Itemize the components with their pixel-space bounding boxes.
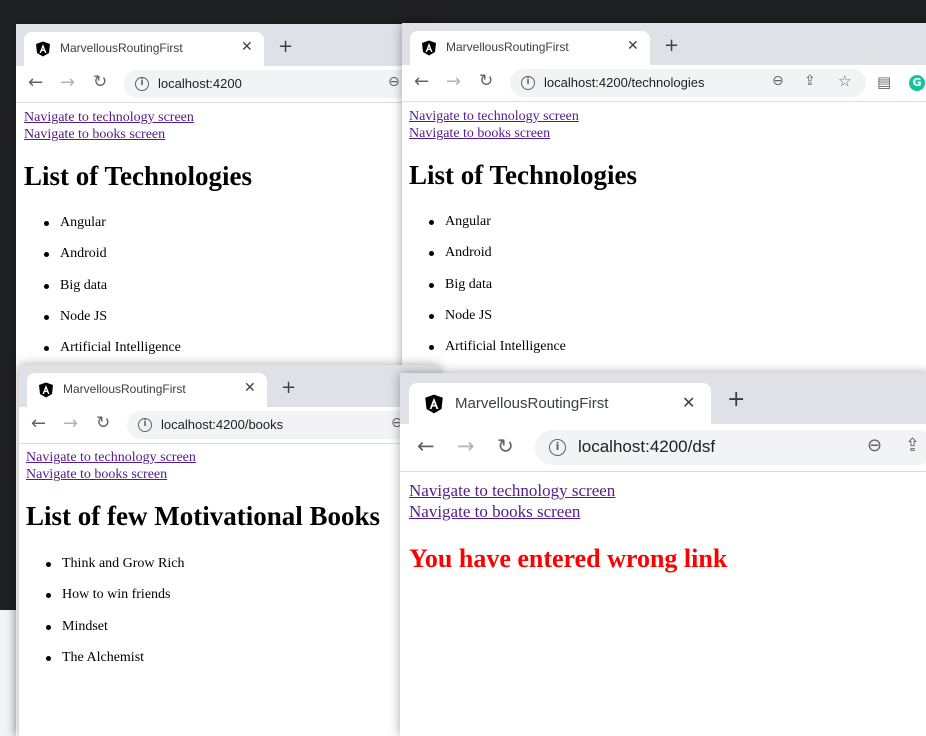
address-bar[interactable]: i localhost:4200/books ⊖: [127, 411, 439, 439]
bookmark-star-icon[interactable]: ☆: [838, 72, 851, 90]
books-list: Think and Grow Rich How to win friends M…: [46, 556, 184, 681]
angular-icon: [422, 40, 436, 56]
tab-title: MarvellousRoutingFirst: [455, 395, 609, 412]
url-text[interactable]: localhost:4200/books: [161, 417, 283, 432]
forward-arrow-icon[interactable]: →: [457, 434, 475, 458]
zoom-out-icon[interactable]: ⊖: [388, 74, 400, 90]
browser-window-wrong-link: MarvellousRoutingFirst ✕ + ← → ↻ i local…: [400, 373, 926, 736]
page-heading: List of few Motivational Books: [26, 501, 380, 531]
close-icon[interactable]: ✕: [244, 380, 256, 396]
list-item: Angular: [44, 215, 181, 246]
books-link[interactable]: Navigate to books screen: [409, 126, 550, 142]
close-icon[interactable]: ✕: [682, 393, 695, 412]
site-info-icon[interactable]: i: [138, 418, 152, 432]
angular-icon: [425, 394, 443, 414]
page-heading: List of Technologies: [409, 160, 638, 190]
toolbar: ← → ↻ i localhost:4200 ⊖: [16, 66, 436, 103]
tab-active[interactable]: MarvellousRoutingFirst ✕: [24, 32, 264, 66]
tab-active[interactable]: MarvellousRoutingFirst ✕: [409, 383, 711, 424]
share-icon[interactable]: ⇪: [905, 435, 920, 456]
tab-strip: MarvellousRoutingFirst ✕ +: [19, 365, 439, 407]
site-info-icon[interactable]: i: [521, 76, 535, 90]
list-item: The Alchemist: [46, 650, 184, 681]
url-text[interactable]: localhost:4200/technologies: [544, 75, 704, 90]
back-arrow-icon[interactable]: ←: [414, 71, 429, 92]
list-item: Big data: [429, 277, 566, 308]
plus-icon[interactable]: +: [664, 35, 679, 56]
list-item: Android: [44, 246, 181, 278]
technology-link[interactable]: Navigate to technology screen: [26, 450, 196, 466]
list-item: Mindset: [46, 619, 184, 650]
tab-title: MarvellousRoutingFirst: [63, 382, 186, 396]
list-item: Think and Grow Rich: [46, 556, 184, 587]
browser-window-books: MarvellousRoutingFirst ✕ + ← → ↻ i local…: [19, 365, 439, 736]
technology-link[interactable]: Navigate to technology screen: [24, 110, 194, 126]
close-icon[interactable]: ✕: [627, 38, 639, 54]
toolbar: ← → ↻ i localhost:4200/books ⊖: [19, 407, 439, 444]
reading-list-icon[interactable]: ▤: [877, 73, 891, 91]
list-item: Angular: [429, 214, 566, 245]
reload-icon[interactable]: ↻: [497, 434, 514, 458]
site-info-icon[interactable]: i: [549, 439, 566, 456]
angular-icon: [36, 41, 50, 57]
plus-icon[interactable]: +: [278, 36, 293, 57]
list-item: Artificial Intelligence: [429, 339, 566, 370]
list-item: Big data: [44, 278, 181, 309]
url-text[interactable]: localhost:4200/dsf: [578, 437, 715, 457]
books-link[interactable]: Navigate to books screen: [24, 127, 165, 143]
back-arrow-icon[interactable]: ←: [28, 72, 43, 93]
forward-arrow-icon[interactable]: →: [63, 413, 78, 434]
back-arrow-icon[interactable]: ←: [417, 434, 435, 458]
tab-title: MarvellousRoutingFirst: [446, 40, 569, 54]
page-content: Navigate to technology screen Navigate t…: [400, 472, 926, 736]
address-bar[interactable]: i localhost:4200/technologies ⊖ ⇪ ☆: [510, 69, 866, 97]
technology-list: Angular Android Big data Node JS Artific…: [429, 214, 566, 370]
page-content: Navigate to technology screen Navigate t…: [19, 444, 439, 736]
list-item: How to win friends: [46, 587, 184, 619]
address-bar[interactable]: i localhost:4200 ⊖: [124, 70, 436, 98]
zoom-out-icon[interactable]: ⊖: [772, 73, 784, 89]
error-message: You have entered wrong link: [409, 544, 728, 573]
close-icon[interactable]: ✕: [241, 39, 253, 55]
books-link[interactable]: Navigate to books screen: [409, 502, 580, 522]
reload-icon[interactable]: ↻: [96, 413, 110, 433]
forward-arrow-icon[interactable]: →: [446, 71, 461, 92]
list-item: Node JS: [429, 308, 566, 339]
technology-link[interactable]: Navigate to technology screen: [409, 481, 615, 501]
reload-icon[interactable]: ↻: [479, 71, 493, 91]
tab-strip: MarvellousRoutingFirst ✕ +: [16, 24, 436, 66]
forward-arrow-icon[interactable]: →: [60, 72, 75, 93]
tab-strip: MarvellousRoutingFirst ✕ +: [400, 373, 926, 424]
share-icon[interactable]: ⇪: [804, 73, 816, 89]
back-arrow-icon[interactable]: ←: [31, 413, 46, 434]
technology-link[interactable]: Navigate to technology screen: [409, 109, 579, 125]
angular-icon: [39, 382, 53, 398]
site-info-icon[interactable]: i: [135, 77, 149, 91]
url-text[interactable]: localhost:4200: [158, 76, 242, 91]
zoom-out-icon[interactable]: ⊖: [867, 435, 882, 456]
tab-active[interactable]: MarvellousRoutingFirst ✕: [410, 31, 650, 65]
address-bar[interactable]: i localhost:4200/dsf ⊖ ⇪: [535, 430, 926, 465]
books-link[interactable]: Navigate to books screen: [26, 467, 167, 483]
list-item: Android: [429, 245, 566, 277]
toolbar: ← → ↻ i localhost:4200/dsf ⊖ ⇪: [400, 424, 926, 472]
reload-icon[interactable]: ↻: [93, 72, 107, 92]
toolbar: ← → ↻ i localhost:4200/technologies ⊖ ⇪ …: [402, 65, 926, 102]
plus-icon[interactable]: +: [727, 387, 745, 412]
list-item: Node JS: [44, 309, 181, 340]
plus-icon[interactable]: +: [281, 377, 296, 398]
technology-list: Angular Android Big data Node JS Artific…: [44, 215, 181, 371]
grammarly-icon[interactable]: G: [909, 75, 925, 91]
tab-active[interactable]: MarvellousRoutingFirst ✕: [27, 373, 267, 407]
tab-strip: MarvellousRoutingFirst ✕ +: [402, 23, 926, 65]
tab-title: MarvellousRoutingFirst: [60, 41, 183, 55]
page-heading: List of Technologies: [24, 161, 253, 191]
